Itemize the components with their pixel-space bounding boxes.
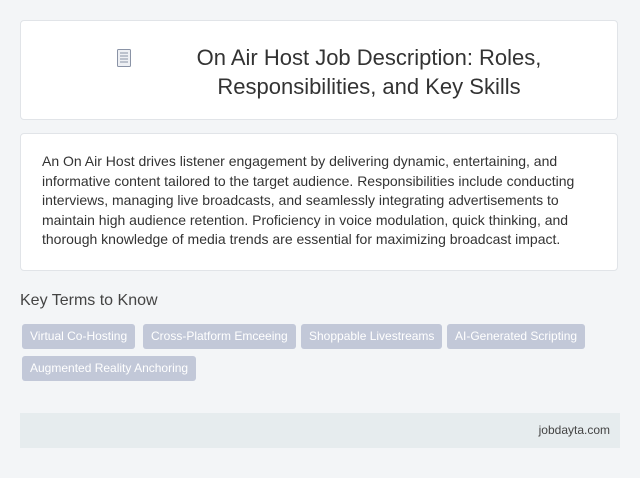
title-card: On Air Host Job Description: Roles, Resp… — [20, 20, 618, 120]
key-term-tag[interactable]: AI-Generated Scripting — [447, 324, 586, 349]
footer: jobdayta.com — [20, 413, 620, 448]
document-icon — [117, 49, 131, 67]
key-term-tag[interactable]: Cross-Platform Emceeing — [143, 324, 296, 349]
key-terms-heading: Key Terms to Know — [20, 292, 158, 309]
key-term-tag[interactable]: Shoppable Livestreams — [301, 324, 443, 349]
footer-site-link[interactable]: jobdayta.com — [539, 423, 610, 437]
description-text: An On Air Host drives listener engagemen… — [42, 153, 575, 247]
key-term-tag[interactable]: Augmented Reality Anchoring — [22, 356, 197, 381]
page-title: On Air Host Job Description: Roles, Resp… — [196, 45, 542, 99]
description-card: An On Air Host drives listener engagemen… — [20, 133, 618, 271]
key-term-tag[interactable]: Virtual Co-Hosting — [22, 324, 136, 349]
